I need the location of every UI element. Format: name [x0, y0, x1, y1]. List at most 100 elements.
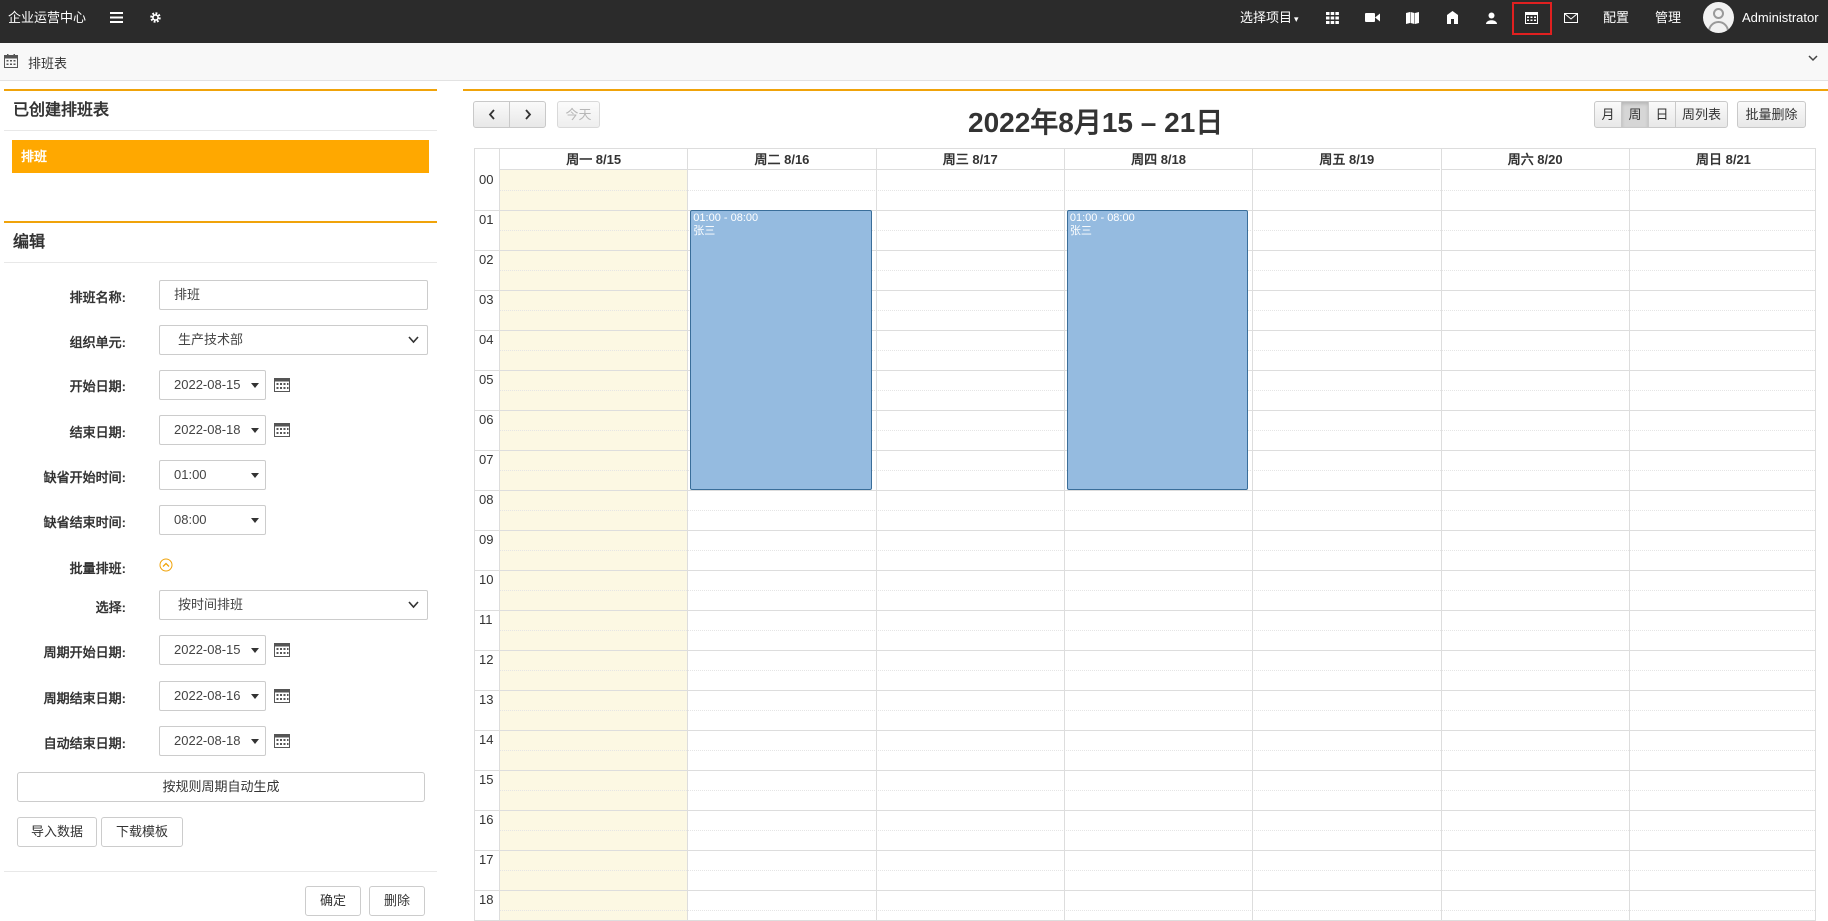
hour-label: 12 [479, 652, 494, 667]
default-end-time-select[interactable]: 08:00 [159, 505, 266, 535]
half-hour-line [499, 870, 1815, 871]
calendar-icon-highlight [1512, 2, 1552, 35]
avatar[interactable] [1703, 2, 1734, 33]
user-name[interactable]: Administrator [1742, 0, 1819, 35]
day-column-header[interactable]: 周六 8/20 [1440, 149, 1629, 170]
org-unit-select[interactable]: 生产技术部 [159, 325, 428, 355]
hour-label: 10 [479, 572, 494, 587]
schedule-list-item[interactable]: 排班 [12, 140, 429, 173]
gear-icon[interactable] [141, 0, 169, 35]
half-hour-line [499, 750, 1815, 751]
start-date-label: 开始日期: [69, 379, 126, 394]
calendar-title: 2022年8月15 – 21日 [968, 107, 1224, 138]
mail-icon[interactable] [1557, 0, 1585, 35]
top-navbar: 企业运营中心 选择项目 ▾ 配置 管理 Administrator [0, 0, 1828, 43]
manage-link[interactable]: 管理 [1655, 0, 1681, 35]
period-end-date-input[interactable]: 2022-08-16 [159, 681, 266, 711]
batch-delete-button[interactable]: 批量删除 [1737, 101, 1806, 128]
period-start-date-input[interactable]: 2022-08-15 [159, 635, 266, 665]
calendar-icon[interactable] [274, 422, 290, 437]
org-label: 组织单元: [69, 335, 126, 350]
half-hour-line [499, 550, 1815, 551]
chevron-down-icon [408, 326, 419, 365]
hour-line [475, 690, 1815, 691]
hour-line [475, 730, 1815, 731]
batch-label: 批量排班: [69, 561, 126, 576]
hour-label: 09 [479, 532, 494, 547]
config-link[interactable]: 配置 [1603, 0, 1629, 35]
view-month-button[interactable]: 月 [1594, 101, 1622, 128]
hour-line [475, 650, 1815, 651]
half-hour-line [499, 670, 1815, 671]
day-column-header[interactable]: 周一 8/15 [499, 149, 688, 170]
auto-end-label: 自动结束日期: [43, 736, 126, 751]
building-icon[interactable] [1438, 0, 1466, 35]
day-column-line [1628, 149, 1630, 920]
hour-line [475, 610, 1815, 611]
hour-label: 07 [479, 452, 494, 467]
day-column-header[interactable]: 周三 8/17 [875, 149, 1064, 170]
next-week-button[interactable] [509, 101, 546, 128]
brand-title[interactable]: 企业运营中心 [8, 0, 86, 35]
hour-line [475, 530, 1815, 531]
download-template-button[interactable]: 下载模板 [101, 817, 183, 847]
hour-label: 04 [479, 332, 494, 347]
calendar-icon[interactable] [274, 733, 290, 748]
auto-generate-button[interactable]: 按规则周期自动生成 [17, 772, 425, 802]
view-week-list-button[interactable]: 周列表 [1675, 101, 1728, 128]
hour-label: 16 [479, 812, 494, 827]
day-column-header[interactable]: 周二 8/16 [687, 149, 876, 170]
project-select-dropdown[interactable]: 选择项目 ▾ [1240, 0, 1299, 35]
hour-label: 14 [479, 732, 494, 747]
hour-line [475, 850, 1815, 851]
day-column-line [1440, 149, 1442, 920]
view-day-button[interactable]: 日 [1648, 101, 1676, 128]
hour-label: 03 [479, 292, 494, 307]
day-column-header[interactable]: 周四 8/18 [1063, 149, 1253, 170]
grid-icon[interactable] [1318, 0, 1346, 35]
start-date-input[interactable]: 2022-08-15 [159, 370, 266, 400]
end-date-input[interactable]: 2022-08-18 [159, 415, 266, 445]
page-title: 排班表 [28, 56, 68, 71]
delete-button[interactable]: 删除 [369, 886, 425, 916]
chevron-up-icon[interactable] [159, 558, 173, 572]
day-column-header[interactable]: 周日 8/21 [1628, 149, 1815, 170]
auto-end-date-input[interactable]: 2022-08-18 [159, 726, 266, 756]
schedule-name-input[interactable]: 排班 [159, 280, 428, 310]
default-start-time-select[interactable]: 01:00 [159, 460, 266, 490]
half-hour-line [499, 710, 1815, 711]
choose-label: 选择: [95, 600, 126, 615]
confirm-button[interactable]: 确定 [305, 886, 361, 916]
schedule-event[interactable]: 01:00 - 08:00 张三 [690, 210, 872, 490]
chevron-down-icon[interactable] [1808, 53, 1818, 65]
end-date-label: 结束日期: [69, 425, 126, 440]
video-camera-icon[interactable] [1358, 0, 1386, 35]
day-column-line [1252, 149, 1254, 920]
half-hour-line [499, 910, 1815, 911]
period-start-label: 周期开始日期: [43, 645, 126, 660]
user-icon[interactable] [1477, 0, 1505, 35]
today-button[interactable]: 今天 [557, 101, 600, 128]
chevron-down-icon [408, 591, 419, 630]
half-hour-line [499, 190, 1815, 191]
batch-mode-select[interactable]: 按时间排班 [159, 590, 428, 620]
panel-title: 已创建排班表 [4, 91, 437, 131]
prev-week-button[interactable] [473, 101, 510, 128]
view-week-button[interactable]: 周 [1621, 101, 1649, 128]
calendar-icon[interactable] [274, 377, 290, 392]
map-icon[interactable] [1398, 0, 1426, 35]
breadcrumb: 排班表 [0, 43, 1828, 81]
panel-title: 编辑 [4, 223, 437, 263]
day-column-header[interactable]: 周五 8/19 [1252, 149, 1441, 170]
day-column-line [687, 149, 689, 920]
created-schedules-panel: 已创建排班表 排班 [4, 89, 437, 203]
day-column-line [499, 149, 500, 920]
schedule-event[interactable]: 01:00 - 08:00 张三 [1066, 210, 1249, 490]
divider [4, 871, 437, 872]
menu-toggle-icon[interactable] [102, 0, 130, 35]
calendar-icon[interactable] [274, 642, 290, 657]
hour-label: 01 [479, 212, 494, 227]
calendar-icon[interactable] [274, 688, 290, 703]
import-data-button[interactable]: 导入数据 [17, 817, 97, 847]
default-start-label: 缺省开始时间: [43, 470, 126, 485]
